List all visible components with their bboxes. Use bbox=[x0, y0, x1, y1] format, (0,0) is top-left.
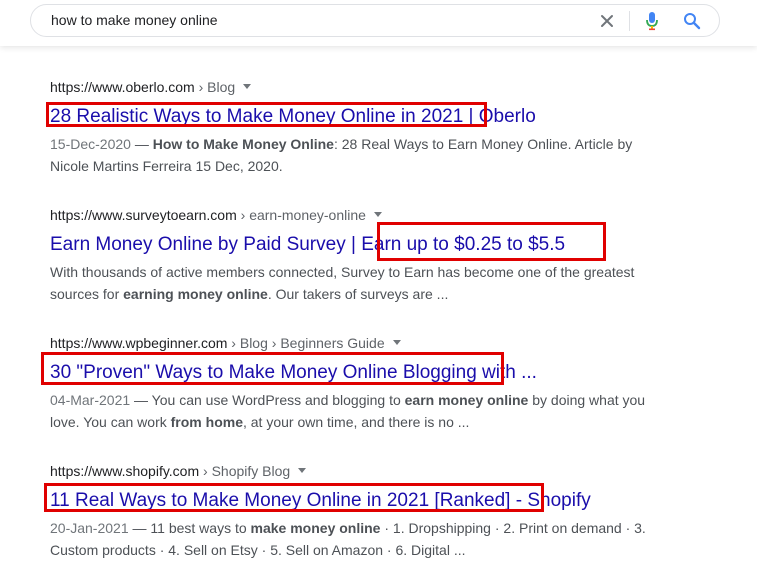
search-input[interactable] bbox=[51, 12, 591, 28]
result-url[interactable]: https://www.shopify.com › Shopify Blog bbox=[50, 462, 670, 480]
result-site: https://www.surveytoearn.com bbox=[50, 207, 237, 223]
result-title-suffix[interactable]: Earn up to $0.25 to $5.5 bbox=[361, 234, 565, 255]
snippet-keyword: earning money online bbox=[123, 286, 268, 302]
result-site: https://www.oberlo.com bbox=[50, 79, 195, 95]
result-path: › Shopify Blog bbox=[199, 463, 291, 479]
snippet-keyword: from home bbox=[170, 414, 243, 430]
result-title-suffix[interactable]: | Oberlo bbox=[463, 106, 536, 127]
search-result: https://www.oberlo.com › Blog 28 Realist… bbox=[50, 78, 670, 177]
snippet-keyword: make money online bbox=[250, 520, 381, 536]
dropdown-caret-icon[interactable] bbox=[298, 468, 307, 473]
dropdown-caret-icon[interactable] bbox=[243, 84, 252, 89]
result-date: 15-Dec-2020 bbox=[50, 136, 131, 152]
result-snippet: 20-Jan-2021 — 11 best ways to make money… bbox=[50, 517, 650, 561]
snippet-text: . Our takers of surveys are ... bbox=[267, 286, 449, 302]
result-path: › earn-money-online bbox=[236, 207, 366, 223]
result-snippet: 15-Dec-2020 — How to Make Money Online: … bbox=[50, 133, 650, 177]
snippet-text: — 11 best ways to bbox=[128, 520, 251, 536]
result-title[interactable]: Earn Money Online by Paid Survey | Earn … bbox=[50, 233, 670, 257]
result-date: 20-Jan-2021 bbox=[50, 520, 129, 536]
result-title-suffix[interactable]: - Shopify bbox=[510, 490, 591, 511]
microphone-icon bbox=[646, 12, 658, 31]
result-path: › Blog bbox=[194, 79, 236, 95]
result-title[interactable]: 11 Real Ways to Make Money Online in 202… bbox=[50, 489, 670, 513]
search-result: https://www.surveytoearn.com › earn-mone… bbox=[50, 206, 670, 305]
snippet-text: — You can use WordPress and blogging to bbox=[130, 392, 405, 408]
search-result: https://www.wpbeginner.com › Blog › Begi… bbox=[50, 334, 670, 433]
result-title-main[interactable]: 11 Real Ways to Make Money Online in 202… bbox=[50, 490, 510, 511]
snippet-keyword: earn money online bbox=[404, 392, 529, 408]
snippet-text: , at your own time, and there is no ... bbox=[242, 414, 470, 430]
result-url[interactable]: https://www.oberlo.com › Blog bbox=[50, 78, 670, 96]
search-header bbox=[0, 0, 757, 46]
result-title[interactable]: 30 "Proven" Ways to Make Money Online Bl… bbox=[50, 361, 670, 385]
result-title-main[interactable]: Earn Money Online by Paid Survey | bbox=[50, 234, 361, 255]
result-snippet: 04-Mar-2021 — You can use WordPress and … bbox=[50, 389, 650, 433]
search-result: https://www.shopify.com › Shopify Blog 1… bbox=[50, 462, 670, 561]
search-box[interactable] bbox=[30, 4, 720, 37]
result-path: › Blog › Beginners Guide bbox=[227, 335, 385, 351]
result-title[interactable]: 28 Realistic Ways to Make Money Online i… bbox=[50, 105, 670, 129]
search-button[interactable] bbox=[681, 10, 703, 32]
voice-search-button[interactable] bbox=[641, 10, 663, 32]
search-divider bbox=[629, 11, 630, 31]
result-snippet: With thousands of active members connect… bbox=[50, 261, 650, 305]
snippet-text: — bbox=[130, 136, 153, 152]
result-url[interactable]: https://www.surveytoearn.com › earn-mone… bbox=[50, 206, 670, 224]
dropdown-caret-icon[interactable] bbox=[392, 340, 401, 345]
result-title-main[interactable]: 30 "Proven" Ways to Make Money Online Bl… bbox=[50, 362, 477, 383]
result-title-main[interactable]: 28 Realistic Ways to Make Money Online i… bbox=[50, 106, 463, 127]
clear-icon bbox=[601, 15, 613, 27]
search-icon bbox=[684, 13, 701, 30]
result-site: https://www.wpbeginner.com bbox=[50, 335, 228, 351]
result-title-suffix[interactable]: with ... bbox=[477, 362, 537, 383]
result-url[interactable]: https://www.wpbeginner.com › Blog › Begi… bbox=[50, 334, 670, 352]
dropdown-caret-icon[interactable] bbox=[373, 212, 382, 217]
clear-button[interactable] bbox=[596, 10, 618, 32]
result-date: 04-Mar-2021 bbox=[50, 392, 131, 408]
snippet-keyword: How to Make Money Online bbox=[152, 136, 334, 152]
result-site: https://www.shopify.com bbox=[50, 463, 200, 479]
